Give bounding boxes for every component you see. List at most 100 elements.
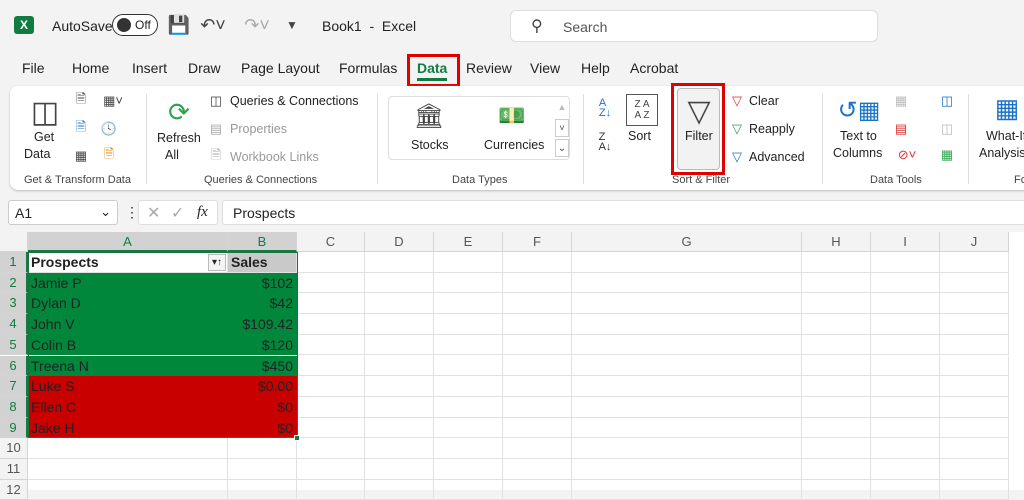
- cell[interactable]: [871, 355, 940, 377]
- column-header-F[interactable]: F: [503, 232, 572, 252]
- sort-icon[interactable]: Z AA Z: [626, 94, 658, 126]
- cell[interactable]: [297, 396, 365, 418]
- existing-connections-icon[interactable]: 🗎: [100, 146, 118, 165]
- cell[interactable]: [871, 438, 940, 459]
- cell[interactable]: [434, 396, 503, 418]
- prospect-cell[interactable]: Ellen C: [28, 396, 228, 418]
- cell[interactable]: [572, 355, 802, 377]
- prospect-cell[interactable]: Jamie P: [28, 272, 228, 294]
- cell[interactable]: [297, 376, 365, 397]
- gallery-up-icon[interactable]: ▲: [555, 98, 569, 116]
- currencies-icon[interactable]: 💵: [494, 102, 530, 130]
- refresh-label-2[interactable]: All: [165, 148, 179, 162]
- cell[interactable]: [297, 438, 365, 459]
- row-header-10[interactable]: 10: [0, 438, 28, 459]
- cell[interactable]: [940, 438, 1009, 459]
- cell[interactable]: [572, 293, 802, 315]
- from-web-icon[interactable]: 🗎: [72, 119, 90, 138]
- filter-dropdown-button[interactable]: ▾↑: [208, 254, 226, 271]
- column-header-B[interactable]: B: [228, 232, 297, 252]
- cell[interactable]: [940, 355, 1009, 377]
- cell[interactable]: [572, 438, 802, 459]
- sort-z-a-icon[interactable]: Z A↓: [594, 130, 616, 154]
- cell[interactable]: [28, 438, 228, 459]
- header-sales[interactable]: Sales: [228, 252, 297, 273]
- cell[interactable]: [940, 252, 1009, 273]
- cell[interactable]: [365, 293, 434, 315]
- cell[interactable]: [802, 438, 871, 459]
- cell[interactable]: [802, 252, 871, 273]
- stocks-button[interactable]: Stocks: [411, 138, 449, 152]
- column-header-J[interactable]: J: [940, 232, 1009, 252]
- redo-icon[interactable]: ↷˅: [242, 14, 272, 36]
- cell[interactable]: [503, 417, 572, 439]
- tab-review[interactable]: Review: [466, 60, 512, 76]
- from-picture-icon[interactable]: ▦˅: [98, 92, 128, 110]
- gallery-down-icon[interactable]: ˅: [555, 119, 569, 137]
- advanced-button[interactable]: Advanced: [749, 150, 805, 164]
- refresh-label-1[interactable]: Refresh: [157, 131, 201, 145]
- cell[interactable]: [297, 459, 365, 480]
- column-header-A[interactable]: A: [28, 232, 228, 252]
- what-if-label-2[interactable]: Analysis: [979, 146, 1024, 160]
- consolidate-icon[interactable]: ◫: [938, 92, 956, 110]
- cell[interactable]: [297, 293, 365, 315]
- cell[interactable]: [297, 355, 365, 377]
- row-header-11[interactable]: 11: [0, 459, 28, 480]
- get-data-label-1[interactable]: Get: [34, 130, 54, 144]
- sales-cell[interactable]: $450: [228, 355, 297, 377]
- select-all-corner[interactable]: [0, 232, 28, 252]
- prospect-cell[interactable]: Luke S: [28, 376, 228, 397]
- cell[interactable]: [940, 334, 1009, 356]
- column-header-H[interactable]: H: [802, 232, 871, 252]
- cell[interactable]: [434, 417, 503, 439]
- row-header-1[interactable]: 1: [0, 252, 28, 273]
- cell[interactable]: [365, 459, 434, 480]
- spreadsheet-grid[interactable]: A B C D E F G H I J 1 Prospects Sales 2 Jamie P $102 3 Dy…: [0, 232, 1024, 500]
- cell[interactable]: [572, 376, 802, 397]
- text-to-columns-icon[interactable]: ↺▦: [838, 92, 881, 128]
- cell[interactable]: [434, 376, 503, 397]
- cell[interactable]: [365, 376, 434, 397]
- insert-function-icon[interactable]: fx: [197, 204, 208, 221]
- sort-button[interactable]: Sort: [628, 129, 651, 143]
- cell[interactable]: [297, 334, 365, 356]
- column-header-D[interactable]: D: [365, 232, 434, 252]
- cell[interactable]: [503, 293, 572, 315]
- search-box[interactable]: ⚲ Search: [510, 10, 878, 42]
- cancel-icon[interactable]: ✕: [147, 203, 160, 223]
- flash-fill-icon[interactable]: ▦: [892, 92, 910, 110]
- cell[interactable]: [434, 459, 503, 480]
- cell[interactable]: [297, 272, 365, 294]
- cell[interactable]: [297, 417, 365, 439]
- cell[interactable]: [503, 396, 572, 418]
- header-prospects[interactable]: Prospects: [28, 252, 228, 273]
- cell[interactable]: [297, 252, 365, 273]
- cell[interactable]: [503, 334, 572, 356]
- tab-view[interactable]: View: [530, 60, 560, 76]
- prospect-cell[interactable]: Jake H: [28, 417, 228, 439]
- cell[interactable]: [802, 396, 871, 418]
- cell[interactable]: [802, 334, 871, 356]
- cell[interactable]: [802, 293, 871, 315]
- formula-input[interactable]: Prospects: [222, 200, 1024, 225]
- row-header-6[interactable]: 6: [0, 355, 28, 377]
- cell[interactable]: [871, 334, 940, 356]
- cell[interactable]: [503, 438, 572, 459]
- clear-filter-icon[interactable]: ▽: [728, 92, 746, 110]
- prospect-cell[interactable]: Treena N: [28, 355, 228, 377]
- cell[interactable]: [434, 438, 503, 459]
- customize-toolbar-icon[interactable]: ▼: [284, 14, 300, 36]
- name-box[interactable]: A1 ⌄: [8, 200, 118, 225]
- cell[interactable]: [228, 459, 297, 480]
- row-header-7[interactable]: 7: [0, 376, 28, 397]
- queries-connections-button[interactable]: Queries & Connections: [230, 94, 359, 108]
- cell[interactable]: [572, 417, 802, 439]
- from-table-icon[interactable]: ▦: [72, 147, 90, 165]
- get-data-icon[interactable]: ◫: [28, 92, 62, 132]
- reapply-icon[interactable]: ▽: [728, 120, 746, 138]
- cell[interactable]: [802, 376, 871, 397]
- cell[interactable]: [503, 314, 572, 335]
- column-header-C[interactable]: C: [297, 232, 365, 252]
- clear-button[interactable]: Clear: [749, 94, 779, 108]
